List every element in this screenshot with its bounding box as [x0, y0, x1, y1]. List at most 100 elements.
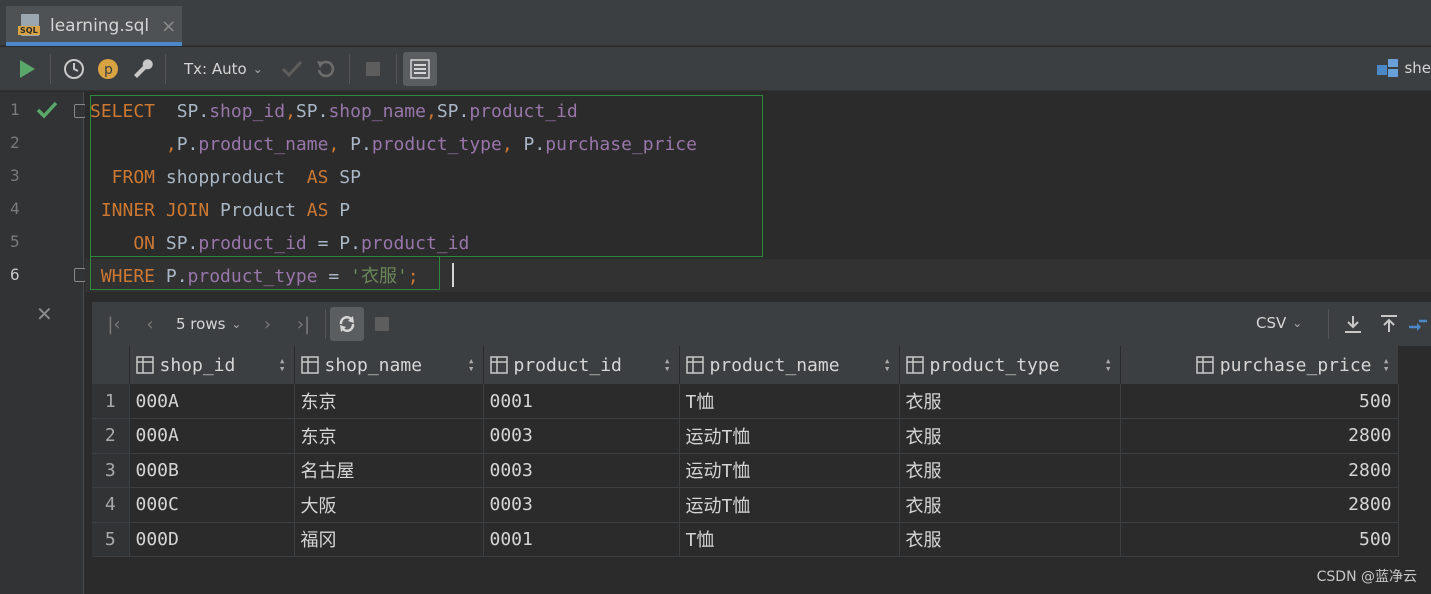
- table-cell[interactable]: 500: [1120, 384, 1399, 419]
- line-number: 2: [10, 133, 20, 152]
- row-number: 3: [92, 453, 130, 488]
- next-page-icon[interactable]: ›: [249, 307, 285, 341]
- execute-button[interactable]: [10, 52, 44, 86]
- watermark: CSDN @蓝净云: [1316, 569, 1417, 585]
- wrench-icon: [134, 58, 153, 78]
- table-cell[interactable]: 000C: [129, 487, 295, 523]
- table-cell[interactable]: 大阪: [294, 487, 484, 523]
- table-cell[interactable]: 2800: [1120, 487, 1399, 523]
- table-cell[interactable]: 名古屋: [294, 453, 484, 488]
- svg-text:p: p: [104, 62, 113, 78]
- table-cell[interactable]: 衣服: [899, 487, 1121, 523]
- table-cell[interactable]: 0003: [483, 453, 680, 488]
- transaction-mode-dropdown[interactable]: Tx: Auto ⌄: [184, 60, 263, 78]
- refresh-button[interactable]: [330, 307, 365, 341]
- table-cell[interactable]: 000B: [129, 453, 295, 488]
- commit-button[interactable]: [275, 52, 309, 86]
- table-row[interactable]: 5 000D 福冈 0001 T恤 衣服 500: [92, 522, 1399, 557]
- sort-icon[interactable]: ▴ ▾: [884, 355, 891, 374]
- column-header[interactable]: product_name ▴ ▾: [679, 346, 900, 384]
- stop-button[interactable]: [356, 52, 390, 86]
- history-button[interactable]: [57, 52, 91, 86]
- sort-icon[interactable]: ▴ ▾: [279, 355, 286, 374]
- sort-icon[interactable]: ▴ ▾: [468, 355, 475, 374]
- table-cell[interactable]: T恤: [679, 522, 900, 557]
- column-icon: [300, 356, 319, 374]
- settings-button[interactable]: [125, 52, 159, 86]
- download-button[interactable]: [1335, 307, 1371, 341]
- column-name: purchase_price: [1219, 354, 1372, 376]
- export-format-dropdown[interactable]: CSV ⌄: [1256, 314, 1302, 332]
- sort-icon[interactable]: ▴ ▾: [1105, 355, 1112, 374]
- session-selector[interactable]: she: [1376, 57, 1431, 79]
- table-cell[interactable]: 000A: [129, 384, 295, 419]
- table-cell[interactable]: 衣服: [899, 384, 1121, 419]
- play-icon: [20, 59, 35, 78]
- stop-icon: [365, 61, 380, 76]
- line-number: 6: [10, 265, 20, 284]
- table-cell[interactable]: 运动T恤: [679, 453, 900, 488]
- close-results-icon[interactable]: ✕: [36, 302, 53, 326]
- session-label: she: [1404, 59, 1431, 77]
- text-caret: [452, 263, 454, 287]
- column-header[interactable]: product_type ▴ ▾: [899, 346, 1121, 384]
- line-number: 4: [10, 199, 20, 218]
- results-grid[interactable]: shop_id ▴ ▾ shop_name ▴ ▾ product_id ▴ ▾ produ…: [92, 346, 1399, 557]
- upload-button[interactable]: [1371, 307, 1407, 341]
- export-format-label: CSV: [1256, 314, 1287, 332]
- table-cell[interactable]: 0003: [483, 418, 680, 454]
- table-row[interactable]: 2 000A 东京 0003 运动T恤 衣服 2800: [92, 418, 1399, 454]
- tab-learning-sql[interactable]: SQL learning.sql ×: [6, 6, 182, 46]
- table-row[interactable]: 3 000B 名古屋 0003 运动T恤 衣服 2800: [92, 453, 1399, 488]
- table-cell[interactable]: 0001: [483, 384, 680, 419]
- column-header[interactable]: purchase_price ▴ ▾: [1120, 346, 1399, 384]
- column-header[interactable]: shop_name ▴ ▾: [294, 346, 484, 384]
- table-cell[interactable]: 运动T恤: [679, 418, 900, 454]
- table-row[interactable]: 1 000A 东京 0001 T恤 衣服 500: [92, 384, 1399, 419]
- rollback-button[interactable]: [309, 52, 343, 86]
- results-panel: |‹ ‹ 5 rows ⌄ › ›| CSV ⌄ shop_id ▴ ▾ sho…: [92, 302, 1431, 594]
- rows-count-label: 5 rows: [176, 315, 226, 333]
- column-header[interactable]: shop_id ▴ ▾: [129, 346, 295, 384]
- table-row[interactable]: 4 000C 大阪 0003 运动T恤 衣服 2800: [92, 487, 1399, 523]
- column-icon: [135, 356, 154, 374]
- explain-plan-button[interactable]: p: [91, 52, 125, 86]
- clock-icon: [64, 58, 84, 79]
- row-number: 4: [92, 487, 130, 523]
- table-cell[interactable]: 2800: [1120, 453, 1399, 488]
- table-cell[interactable]: 000D: [129, 522, 295, 557]
- compare-button[interactable]: [1407, 307, 1429, 341]
- column-icon: [1196, 356, 1214, 374]
- table-cell[interactable]: 福冈: [294, 522, 484, 557]
- table-cell[interactable]: T恤: [679, 384, 900, 419]
- editor-toolbar: p Tx: Auto ⌄ she: [0, 47, 1431, 91]
- download-icon: [1345, 316, 1361, 333]
- active-tab-indicator: [6, 42, 182, 46]
- table-cell[interactable]: 0003: [483, 487, 680, 523]
- table-cell[interactable]: 衣服: [899, 418, 1121, 454]
- rows-count-dropdown[interactable]: 5 rows ⌄: [176, 315, 241, 333]
- close-icon[interactable]: ×: [161, 16, 176, 37]
- output-panel-button[interactable]: [402, 51, 437, 86]
- cancel-query-button[interactable]: [364, 307, 400, 341]
- tab-title: learning.sql: [50, 16, 150, 36]
- table-cell[interactable]: 000A: [129, 418, 295, 454]
- table-cell[interactable]: 0001: [483, 522, 680, 557]
- column-header[interactable]: product_id ▴ ▾: [483, 346, 680, 384]
- table-cell[interactable]: 500: [1120, 522, 1399, 557]
- sql-editor[interactable]: SELECT SP.shop_id,SP.shop_name,SP.produc…: [85, 92, 1431, 292]
- line-number: 3: [10, 166, 20, 185]
- previous-page-icon[interactable]: ‹: [132, 307, 168, 341]
- table-cell[interactable]: 衣服: [899, 522, 1121, 557]
- column-icon: [685, 356, 704, 374]
- sort-icon[interactable]: ▴ ▾: [1383, 355, 1390, 374]
- table-cell[interactable]: 衣服: [899, 453, 1121, 488]
- line-number: 5: [10, 232, 20, 251]
- first-page-icon[interactable]: |‹: [96, 307, 132, 341]
- table-cell[interactable]: 东京: [294, 418, 484, 454]
- table-cell[interactable]: 东京: [294, 384, 484, 419]
- sort-icon[interactable]: ▴ ▾: [664, 355, 671, 374]
- table-cell[interactable]: 运动T恤: [679, 487, 900, 523]
- last-page-icon[interactable]: ›|: [285, 307, 321, 341]
- table-cell[interactable]: 2800: [1120, 418, 1399, 454]
